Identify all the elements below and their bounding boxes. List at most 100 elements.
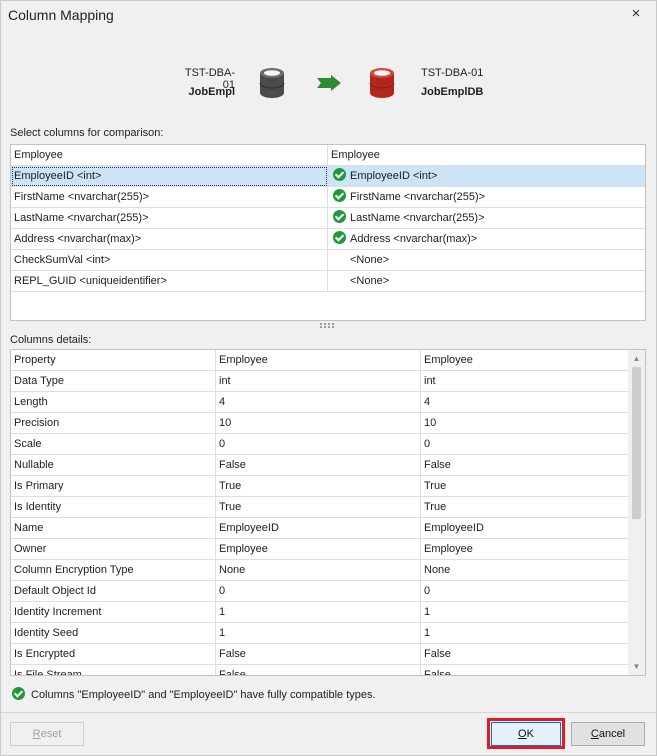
source-value-cell: 1 xyxy=(216,602,421,623)
source-value-cell: False xyxy=(216,665,421,675)
target-column-label: Address <nvarchar(max)> xyxy=(350,233,478,245)
source-column-cell[interactable]: EmployeeID <int> xyxy=(11,166,328,187)
property-cell: Is Primary xyxy=(11,476,216,497)
target-database-icon xyxy=(369,68,395,98)
compare-header-row: Employee Employee xyxy=(11,145,645,166)
source-value-cell: False xyxy=(216,644,421,665)
target-value-cell: None xyxy=(424,564,451,576)
table-row: Is Identity True True xyxy=(11,497,628,518)
source-value-cell: 0 xyxy=(216,581,421,602)
database-header: TST-DBA-01 JobEmpl TST-DBA-01 JobEmplDB xyxy=(1,61,656,106)
table-row: Length 4 4 xyxy=(11,392,628,413)
table-row[interactable]: REPL_GUID <uniqueidentifier> <None> xyxy=(11,271,645,292)
table-row: Data Type int int xyxy=(11,371,628,392)
close-icon[interactable]: × xyxy=(628,6,644,22)
target-value-cell: int xyxy=(424,375,436,387)
property-cell: Scale xyxy=(11,434,216,455)
table-row[interactable]: CheckSumVal <int> <None> xyxy=(11,250,645,271)
table-row[interactable]: Address <nvarchar(max)> Address <nvarcha… xyxy=(11,229,645,250)
table-row[interactable]: FirstName <nvarchar(255)> FirstName <nva… xyxy=(11,187,645,208)
table-row: Column Encryption Type None None xyxy=(11,560,628,581)
cancel-button[interactable]: Cancel xyxy=(571,722,645,746)
source-value-cell: None xyxy=(216,560,421,581)
target-value-cell: True xyxy=(424,480,447,492)
table-row[interactable]: EmployeeID <int> EmployeeID <int> xyxy=(11,166,645,187)
source-value-cell: int xyxy=(216,371,421,392)
check-circle-icon xyxy=(333,210,346,223)
target-column-label: FirstName <nvarchar(255)> xyxy=(350,191,486,203)
check-circle-icon xyxy=(12,687,25,700)
target-value-cell: 0 xyxy=(424,438,431,450)
target-column-label: <None> xyxy=(350,275,390,287)
source-column-cell[interactable]: CheckSumVal <int> xyxy=(11,250,328,271)
ok-button[interactable]: OK xyxy=(491,722,561,746)
source-database-icon xyxy=(259,68,285,98)
details-section-label: Columns details: xyxy=(10,334,92,346)
source-column-cell[interactable]: FirstName <nvarchar(255)> xyxy=(11,187,328,208)
source-value-cell: False xyxy=(216,455,421,476)
target-server: TST-DBA-01 xyxy=(421,67,484,79)
property-cell: Column Encryption Type xyxy=(11,560,216,581)
scroll-thumb[interactable] xyxy=(632,367,641,519)
source-column-cell[interactable]: REPL_GUID <uniqueidentifier> xyxy=(11,271,328,292)
target-value-cell: 1 xyxy=(424,627,431,639)
source-value-cell: 0 xyxy=(216,434,421,455)
target-database: JobEmplDB xyxy=(421,86,484,98)
target-value-cell: 10 xyxy=(424,417,437,429)
target-column-cell[interactable]: EmployeeID <int> xyxy=(328,166,645,187)
details-scrollbar[interactable]: ▲ ▼ xyxy=(628,350,645,675)
details-header-row: Property Employee Employee xyxy=(11,350,628,371)
scroll-up-icon[interactable]: ▲ xyxy=(628,350,645,367)
compare-header-target[interactable]: Employee xyxy=(328,145,645,166)
table-row: Is File Stream False False xyxy=(11,665,628,675)
source-value-cell: EmployeeID xyxy=(216,518,421,539)
target-column-cell[interactable]: FirstName <nvarchar(255)> xyxy=(328,187,645,208)
target-value-cell: 4 xyxy=(424,396,431,408)
check-circle-icon xyxy=(333,231,346,244)
compare-header-source[interactable]: Employee xyxy=(11,145,328,166)
footer-divider xyxy=(1,712,656,713)
property-cell: Length xyxy=(11,392,216,413)
reset-button[interactable]: Reset xyxy=(10,722,84,746)
property-cell: Identity Seed xyxy=(11,623,216,644)
source-value-cell: 4 xyxy=(216,392,421,413)
source-database: JobEmpl xyxy=(188,86,235,98)
property-cell: Is File Stream xyxy=(11,665,216,675)
target-value-cell: 1 xyxy=(424,606,431,618)
target-column-cell[interactable]: LastName <nvarchar(255)> xyxy=(328,208,645,229)
property-cell: Identity Increment xyxy=(11,602,216,623)
arrow-right-icon xyxy=(317,75,341,91)
table-row: Is Encrypted False False xyxy=(11,644,628,665)
property-cell: Name xyxy=(11,518,216,539)
source-value-cell: 1 xyxy=(216,623,421,644)
check-circle-icon xyxy=(333,189,346,202)
table-row: Is Primary True True xyxy=(11,476,628,497)
title-bar: Column Mapping × xyxy=(1,1,656,29)
source-column-cell[interactable]: Address <nvarchar(max)> xyxy=(11,229,328,250)
target-column-cell[interactable]: Address <nvarchar(max)> xyxy=(328,229,645,250)
table-row: Scale 0 0 xyxy=(11,434,628,455)
panel-splitter[interactable] xyxy=(319,323,337,329)
target-column-label: EmployeeID <int> xyxy=(350,170,438,182)
property-cell: Is Identity xyxy=(11,497,216,518)
target-value-cell: True xyxy=(424,501,447,513)
compare-section-label: Select columns for comparison: xyxy=(10,127,164,139)
column-details-grid: Property Employee Employee Data Type int i… xyxy=(10,349,646,676)
table-row: Precision 10 10 xyxy=(11,413,628,434)
column-compare-grid: Employee Employee EmployeeID <int> Emplo… xyxy=(10,144,646,321)
scroll-down-icon[interactable]: ▼ xyxy=(628,658,645,675)
target-column-cell[interactable]: <None> xyxy=(328,271,645,292)
details-header-property: Property xyxy=(11,350,216,371)
table-row: Identity Increment 1 1 xyxy=(11,602,628,623)
compatibility-status: Columns "EmployeeID" and "EmployeeID" ha… xyxy=(12,687,376,702)
target-column-label: LastName <nvarchar(255)> xyxy=(350,212,485,224)
property-cell: Is Encrypted xyxy=(11,644,216,665)
source-value-cell: 10 xyxy=(216,413,421,434)
dialog-title: Column Mapping xyxy=(8,7,114,23)
source-column-cell[interactable]: LastName <nvarchar(255)> xyxy=(11,208,328,229)
target-column-cell[interactable]: <None> xyxy=(328,250,645,271)
table-row[interactable]: LastName <nvarchar(255)> LastName <nvarc… xyxy=(11,208,645,229)
target-column-label: <None> xyxy=(350,254,390,266)
table-row: Default Object Id 0 0 xyxy=(11,581,628,602)
table-row: Nullable False False xyxy=(11,455,628,476)
